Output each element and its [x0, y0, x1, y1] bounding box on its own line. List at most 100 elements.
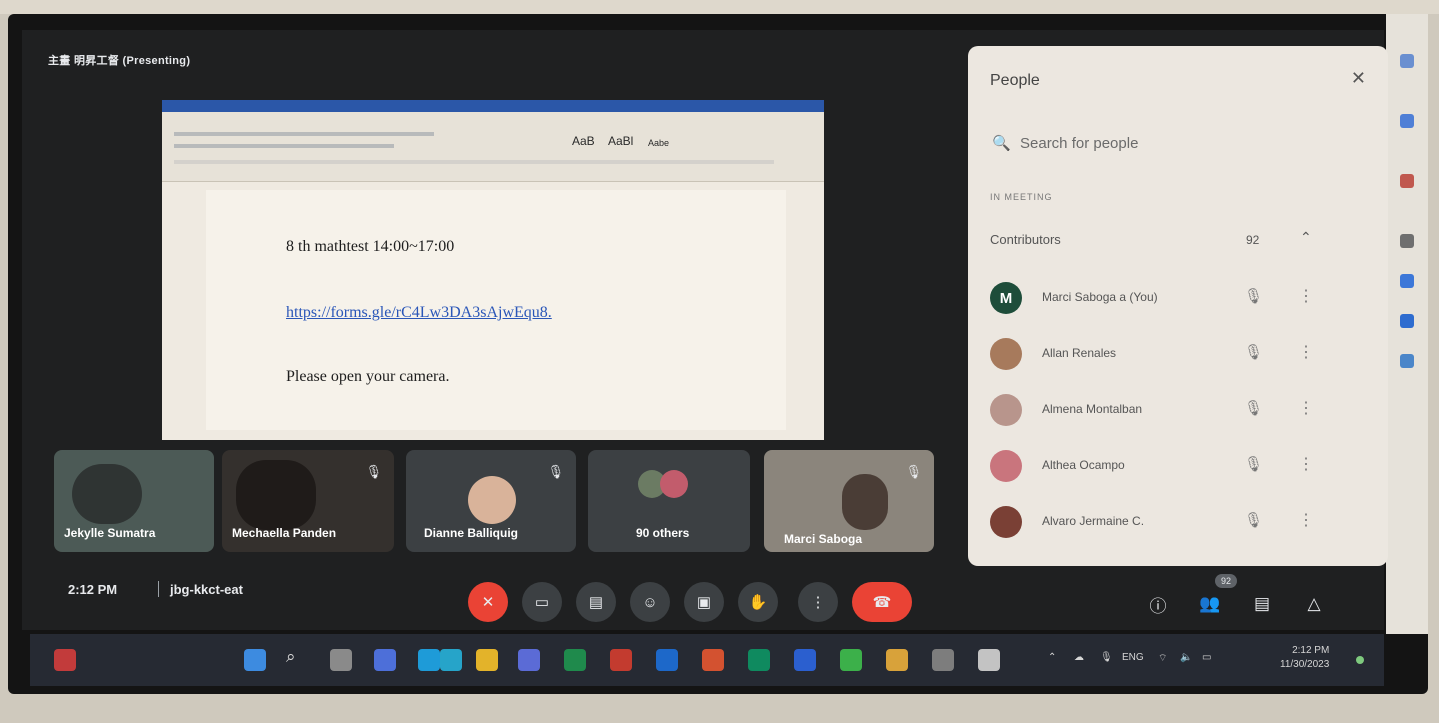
more-vert-icon[interactable]: ⋮: [1298, 510, 1314, 530]
access-icon[interactable]: [610, 649, 632, 671]
extension-icon[interactable]: [1400, 314, 1414, 328]
camera-toggle-button[interactable]: ▭: [522, 582, 562, 622]
mic-off-icon: 🎙: [1244, 400, 1264, 417]
start-icon[interactable]: [244, 649, 266, 671]
emoji-icon: ☺: [642, 593, 658, 611]
participant-name: Althea Ocampo: [1042, 458, 1125, 472]
powerpoint-icon[interactable]: [702, 649, 724, 671]
participant-name: Jekylle Sumatra: [64, 526, 156, 540]
mic-toggle-button[interactable]: ✕: [468, 582, 508, 622]
app-icon[interactable]: [886, 649, 908, 671]
line-icon[interactable]: [840, 649, 862, 671]
style-heading[interactable]: Aabe: [648, 138, 669, 148]
mic-off-icon: 🎙: [1244, 344, 1264, 361]
avatar: [468, 476, 516, 524]
leave-call-button[interactable]: ☎: [852, 582, 912, 622]
group-count: 92: [1246, 233, 1260, 247]
extension-icon[interactable]: [1400, 274, 1414, 288]
raise-hand-button[interactable]: ✋: [738, 582, 778, 622]
avatar: [842, 474, 888, 530]
file-explorer-icon[interactable]: [476, 649, 498, 671]
extension-icon[interactable]: [1400, 174, 1414, 188]
doc-line-title: 8 th mathtest 14:00~17:00: [286, 238, 455, 255]
project-icon[interactable]: [748, 649, 770, 671]
app-icon[interactable]: [518, 649, 540, 671]
participant-name: Allan Renales: [1042, 346, 1117, 360]
avatar: [990, 450, 1022, 482]
participant-row[interactable]: M Marci Saboga a (You) 🎙 ⋮: [968, 272, 1388, 328]
avatar: [990, 338, 1022, 370]
mic-off-icon: 🎙: [547, 464, 564, 479]
more-vert-icon[interactable]: ⋮: [1298, 286, 1314, 306]
avatar: [660, 470, 688, 498]
outlook-icon[interactable]: [656, 649, 678, 671]
people-button[interactable]: 👥: [1196, 590, 1224, 618]
clock-date: 11/30/2023: [1280, 659, 1330, 670]
word-icon[interactable]: [794, 649, 816, 671]
present-button[interactable]: ▣: [684, 582, 724, 622]
edge-icon[interactable]: [418, 649, 440, 671]
word-titlebar: [162, 100, 824, 112]
extension-icon[interactable]: [1400, 234, 1414, 248]
group-label[interactable]: Contributors: [990, 232, 1061, 247]
speaker-icon[interactable]: 🔈: [1180, 652, 1192, 663]
extension-icon[interactable]: [1400, 54, 1414, 68]
participant-tile[interactable]: 🎙 Marci Saboga: [764, 450, 934, 552]
usb-icon[interactable]: [932, 649, 954, 671]
close-icon[interactable]: ✕: [1351, 68, 1366, 89]
more-vert-icon[interactable]: ⋮: [1298, 398, 1314, 418]
chat-icon: ▤: [1253, 594, 1271, 613]
language-indicator[interactable]: ENG: [1122, 652, 1144, 663]
battery-icon[interactable]: ▭: [1202, 652, 1211, 663]
shapes-icon: △: [1307, 594, 1321, 613]
chat-button[interactable]: ▤: [1248, 590, 1276, 618]
participant-name: Dianne Balliquig: [424, 526, 519, 540]
participant-name: Marci Saboga: [784, 532, 863, 546]
app-icon[interactable]: [978, 649, 1000, 671]
more-vert-icon: ⋮: [810, 594, 826, 611]
chat-app-icon[interactable]: [374, 649, 396, 671]
chevron-up-icon[interactable]: ⌃: [1300, 229, 1312, 246]
participant-row[interactable]: Althea Ocampo 🎙 ⋮: [968, 440, 1388, 496]
search-icon[interactable]: ⌕: [286, 647, 308, 669]
meet-window: 主畫 明昇工督 (Presenting) AaB AaBl Aabe 8 th …: [22, 30, 1388, 630]
hand-icon: ✋: [748, 594, 768, 611]
chevron-up-icon[interactable]: ⌃: [1048, 652, 1056, 663]
participant-row[interactable]: Allan Renales 🎙 ⋮: [968, 328, 1388, 384]
extension-icon[interactable]: [1400, 354, 1414, 368]
search-input[interactable]: [1020, 130, 1340, 156]
participant-tile[interactable]: 90 others: [588, 450, 750, 552]
camera-icon: ▭: [534, 594, 550, 611]
widgets-icon[interactable]: [54, 649, 76, 671]
participant-tile[interactable]: 🎙 Mechaella Panden: [222, 450, 394, 552]
more-vert-icon[interactable]: ⋮: [1298, 454, 1314, 474]
participant-row[interactable]: Almena Montalban 🎙 ⋮: [968, 384, 1388, 440]
captions-button[interactable]: ▤: [576, 582, 616, 622]
style-normal[interactable]: AaB: [572, 134, 595, 148]
meeting-details-button[interactable]: ⓘ: [1144, 590, 1172, 618]
people-icon: 👥: [1199, 594, 1221, 613]
browser-toolbar: [0, 0, 1439, 14]
participant-tile[interactable]: 🎙 Dianne Balliquig: [406, 450, 576, 552]
participant-tile[interactable]: Jekylle Sumatra: [54, 450, 214, 552]
style-nospacing[interactable]: AaBl: [608, 134, 633, 148]
cloud-icon: ☁: [1074, 652, 1084, 663]
task-view-icon[interactable]: [330, 649, 352, 671]
info-icon: ⓘ: [1149, 596, 1167, 616]
reactions-button[interactable]: ☺: [630, 582, 670, 622]
activities-button[interactable]: △: [1300, 590, 1328, 618]
more-vert-icon[interactable]: ⋮: [1298, 342, 1314, 362]
extension-icon[interactable]: [1400, 114, 1414, 128]
wifi-icon[interactable]: ⌔: [1158, 652, 1167, 665]
mic-off-icon: 🎙: [1244, 512, 1264, 529]
clock[interactable]: 2:12 PM 11/30/2023: [1280, 644, 1329, 672]
excel-icon[interactable]: [564, 649, 586, 671]
notification-icon[interactable]: [1356, 656, 1364, 664]
participant-row[interactable]: Alvaro Jermaine C. 🎙 ⋮: [968, 496, 1388, 552]
more-options-button[interactable]: ⋮: [798, 582, 838, 622]
doc-line-link[interactable]: https://forms.gle/rC4Lw3DA3sAjwEqu8.: [286, 304, 552, 322]
doc-line-note: Please open your camera.: [286, 368, 450, 385]
chrome-icon[interactable]: [440, 649, 462, 671]
participant-name: Mechaella Panden: [232, 526, 337, 540]
captions-icon: ▤: [588, 594, 604, 611]
